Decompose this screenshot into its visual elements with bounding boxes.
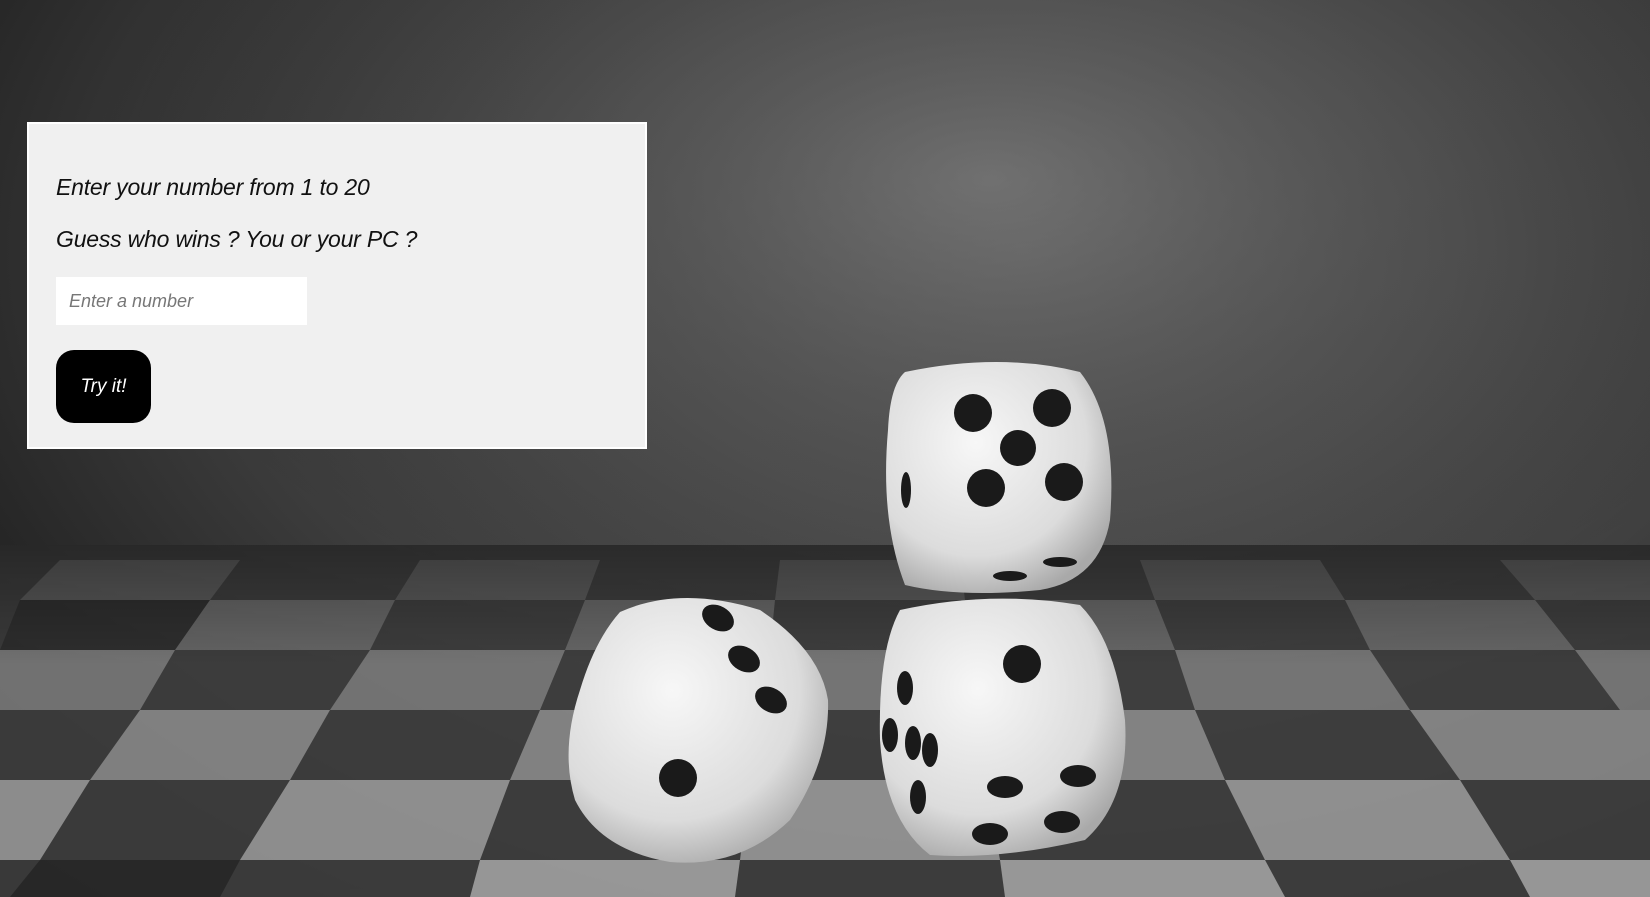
number-input[interactable] <box>56 277 307 325</box>
instruction-heading: Enter your number from 1 to 20 <box>56 174 370 200</box>
guess-form-panel: Enter your number from 1 to 20 Guess who… <box>27 122 647 449</box>
die-top-five <box>886 362 1112 594</box>
challenge-heading: Guess who wins ? You or your PC ? <box>56 226 418 252</box>
die-bottom-right <box>879 598 1126 856</box>
page-stage: Enter your number from 1 to 20 Guess who… <box>0 0 1650 897</box>
try-it-button[interactable]: Try it! <box>56 350 151 423</box>
